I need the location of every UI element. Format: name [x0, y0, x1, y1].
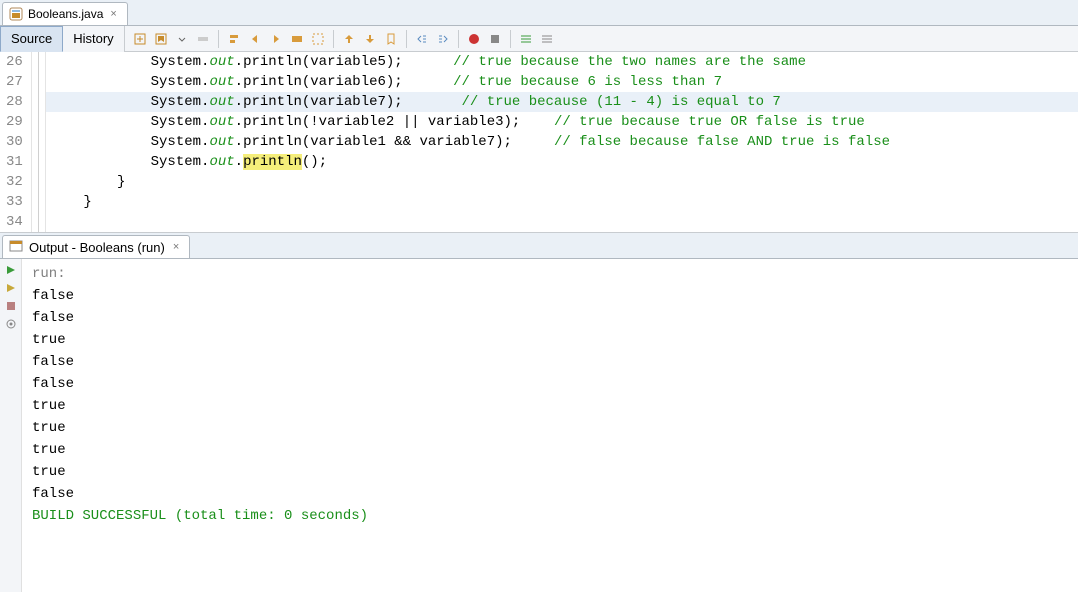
code-line[interactable] [46, 212, 1078, 232]
code-line[interactable]: System.out.println(variable5); // true b… [46, 52, 1078, 72]
toggle-bookmark-icon[interactable] [152, 30, 170, 48]
output-line: true [32, 461, 1068, 483]
output-text[interactable]: run:falsefalsetruefalsefalsetruetruetrue… [22, 259, 1078, 592]
output-line: false [32, 285, 1068, 307]
output-line: true [32, 395, 1068, 417]
output-line: false [32, 483, 1068, 505]
settings-icon[interactable] [4, 317, 18, 331]
output-panel: Output - Booleans (run) × run:falsefalse… [0, 233, 1078, 592]
code-line[interactable]: System.out.println(); [46, 152, 1078, 172]
code-line[interactable]: System.out.println(variable6); // true b… [46, 72, 1078, 92]
output-window-icon [9, 239, 23, 256]
line-number-gutter: 262728293031323334 [0, 52, 32, 232]
java-file-icon [9, 7, 23, 21]
code-line[interactable]: System.out.println(variable7); // true b… [46, 92, 1078, 112]
comment-icon[interactable] [517, 30, 535, 48]
file-tab-booleans[interactable]: Booleans.java × [2, 2, 128, 25]
output-line: false [32, 373, 1068, 395]
code-line[interactable]: System.out.println(variable1 && variable… [46, 132, 1078, 152]
code-editor[interactable]: 262728293031323334 System.out.println(va… [0, 52, 1078, 233]
find-selection-icon[interactable] [225, 30, 243, 48]
output-tab-bar: Output - Booleans (run) × [0, 233, 1078, 259]
close-icon[interactable]: × [171, 241, 181, 253]
code-line[interactable]: } [46, 192, 1078, 212]
code-line[interactable]: } [46, 172, 1078, 192]
rerun-icon[interactable] [4, 263, 18, 277]
stop-icon[interactable] [4, 299, 18, 313]
shift-left-icon[interactable] [413, 30, 431, 48]
stop-macro-icon[interactable] [486, 30, 504, 48]
output-line: BUILD SUCCESSFUL (total time: 0 seconds) [32, 505, 1068, 527]
output-line: true [32, 417, 1068, 439]
toggle-bookmark2-icon[interactable] [382, 30, 400, 48]
output-tab[interactable]: Output - Booleans (run) × [2, 235, 190, 258]
uncomment-icon[interactable] [538, 30, 556, 48]
toggle-rect-icon[interactable] [309, 30, 327, 48]
output-line: run: [32, 263, 1068, 285]
code-area[interactable]: System.out.println(variable5); // true b… [46, 52, 1078, 232]
find-prev-icon[interactable] [246, 30, 264, 48]
output-line: true [32, 329, 1068, 351]
disabled-icon [194, 30, 212, 48]
dropdown-icon[interactable] [173, 30, 191, 48]
code-line[interactable]: System.out.println(!variable2 || variabl… [46, 112, 1078, 132]
last-edit-icon[interactable] [131, 30, 149, 48]
tab-history[interactable]: History [63, 26, 124, 52]
rerun2-icon[interactable] [4, 281, 18, 295]
start-macro-icon[interactable] [465, 30, 483, 48]
editor-toolbar: Source History [0, 26, 1078, 52]
output-gutter [0, 259, 22, 592]
tab-source[interactable]: Source [0, 26, 63, 52]
find-next-icon[interactable] [267, 30, 285, 48]
close-icon[interactable]: × [108, 8, 118, 20]
fold-column [32, 52, 46, 232]
toolbar-icons [125, 30, 556, 48]
shift-right-icon[interactable] [434, 30, 452, 48]
output-line: false [32, 351, 1068, 373]
next-bookmark-icon[interactable] [361, 30, 379, 48]
output-line: true [32, 439, 1068, 461]
file-tab-bar: Booleans.java × [0, 0, 1078, 26]
toggle-highlight-icon[interactable] [288, 30, 306, 48]
output-tab-label: Output - Booleans (run) [29, 240, 165, 255]
output-line: false [32, 307, 1068, 329]
file-tab-label: Booleans.java [28, 7, 103, 21]
prev-bookmark-icon[interactable] [340, 30, 358, 48]
